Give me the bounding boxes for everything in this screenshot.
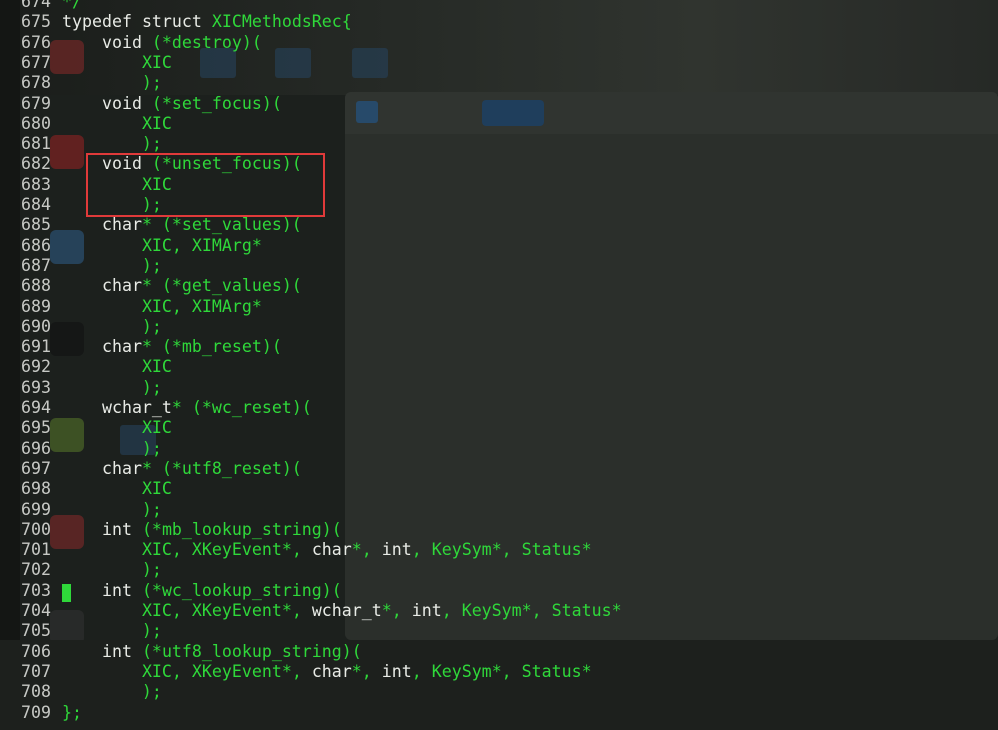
line-number: 692 bbox=[21, 357, 51, 377]
code-text[interactable]: XIC bbox=[62, 357, 172, 377]
line-number: 689 bbox=[21, 296, 51, 316]
line-number: 701 bbox=[21, 540, 51, 560]
code-text[interactable]: ); bbox=[62, 682, 162, 702]
line-number: 686 bbox=[21, 235, 51, 255]
line-number: 677 bbox=[21, 52, 51, 72]
code-text[interactable]: typedef struct XICMethodsRec{ bbox=[62, 12, 352, 32]
code-text[interactable]: char* (*set_values)( bbox=[62, 215, 302, 235]
background-window-icon bbox=[356, 101, 378, 123]
line-number: 674 bbox=[21, 0, 51, 11]
code-text[interactable]: int (*wc_lookup_string)( bbox=[62, 581, 342, 601]
line-number: 703 bbox=[21, 580, 51, 600]
line-number: 679 bbox=[21, 93, 51, 113]
line-number: 690 bbox=[21, 316, 51, 336]
code-text[interactable]: char* (*get_values)( bbox=[62, 276, 302, 296]
code-text[interactable]: ); bbox=[62, 317, 162, 337]
line-number: 687 bbox=[21, 255, 51, 275]
line-number: 693 bbox=[21, 377, 51, 397]
code-text[interactable]: XIC, XIMArg* bbox=[62, 297, 262, 317]
code-text[interactable]: ); bbox=[62, 134, 162, 154]
line-number: 702 bbox=[21, 560, 51, 580]
background-folder-icon bbox=[352, 48, 388, 78]
line-number: 676 bbox=[21, 32, 51, 52]
text-cursor bbox=[62, 584, 71, 602]
code-text[interactable]: char* (*utf8_reset)( bbox=[62, 459, 302, 479]
code-text[interactable]: ); bbox=[62, 500, 162, 520]
code-text[interactable]: ); bbox=[62, 378, 162, 398]
code-text[interactable]: XIC bbox=[62, 418, 172, 438]
background-window-header bbox=[345, 92, 998, 134]
line-number: 697 bbox=[21, 458, 51, 478]
code-text[interactable]: char* (*mb_reset)( bbox=[62, 337, 282, 357]
highlight-box bbox=[86, 153, 325, 217]
line-number: 682 bbox=[21, 154, 51, 174]
code-text[interactable]: XIC bbox=[62, 114, 172, 134]
line-number: 680 bbox=[21, 113, 51, 133]
code-text[interactable]: int (*utf8_lookup_string)( bbox=[62, 642, 362, 662]
code-text[interactable]: XIC, XKeyEvent*, char*, int, KeySym*, St… bbox=[62, 662, 592, 682]
line-number: 678 bbox=[21, 73, 51, 93]
line-number: 698 bbox=[21, 479, 51, 499]
line-number: 706 bbox=[21, 641, 51, 661]
line-number: 683 bbox=[21, 174, 51, 194]
code-text[interactable]: ); bbox=[62, 621, 162, 641]
code-text[interactable]: XIC, XKeyEvent*, wchar_t*, int, KeySym*,… bbox=[62, 601, 622, 621]
line-number: 708 bbox=[21, 682, 51, 702]
line-number: 684 bbox=[21, 195, 51, 214]
line-number: 691 bbox=[21, 337, 51, 357]
code-text[interactable]: XIC bbox=[62, 53, 172, 73]
code-text[interactable]: ); bbox=[62, 73, 162, 93]
line-number: 675 bbox=[21, 12, 51, 32]
code-text[interactable]: void (*destroy)( bbox=[62, 33, 262, 53]
line-number: 700 bbox=[21, 519, 51, 539]
background-window-tab bbox=[482, 100, 544, 126]
code-text[interactable]: ); bbox=[62, 256, 162, 276]
line-number: 696 bbox=[21, 438, 51, 458]
line-number: 681 bbox=[21, 134, 51, 154]
line-number: 704 bbox=[21, 601, 51, 620]
code-text[interactable]: ); bbox=[62, 560, 162, 580]
line-number: 694 bbox=[21, 398, 51, 417]
line-number: 695 bbox=[21, 418, 51, 438]
code-text[interactable]: ); bbox=[62, 439, 162, 459]
code-text[interactable]: XIC, XIMArg* bbox=[62, 236, 262, 256]
line-number: 707 bbox=[21, 661, 51, 681]
code-text[interactable]: }; bbox=[62, 703, 82, 723]
code-text[interactable]: XIC, XKeyEvent*, char*, int, KeySym*, St… bbox=[62, 540, 592, 560]
line-number: 709 bbox=[21, 702, 51, 722]
line-number: 699 bbox=[21, 499, 51, 519]
code-text[interactable]: void (*set_focus)( bbox=[62, 94, 282, 114]
line-number: 705 bbox=[21, 621, 51, 641]
code-text[interactable]: XIC bbox=[62, 479, 172, 499]
background-folder-icon bbox=[275, 48, 311, 78]
background-left-strip bbox=[0, 0, 20, 730]
line-number: 688 bbox=[21, 276, 51, 296]
code-text[interactable]: int (*mb_lookup_string)( bbox=[62, 520, 342, 540]
code-text[interactable]: wchar_t* (*wc_reset)( bbox=[62, 398, 312, 418]
line-number: 685 bbox=[21, 215, 51, 235]
code-text[interactable]: */ bbox=[62, 0, 82, 12]
